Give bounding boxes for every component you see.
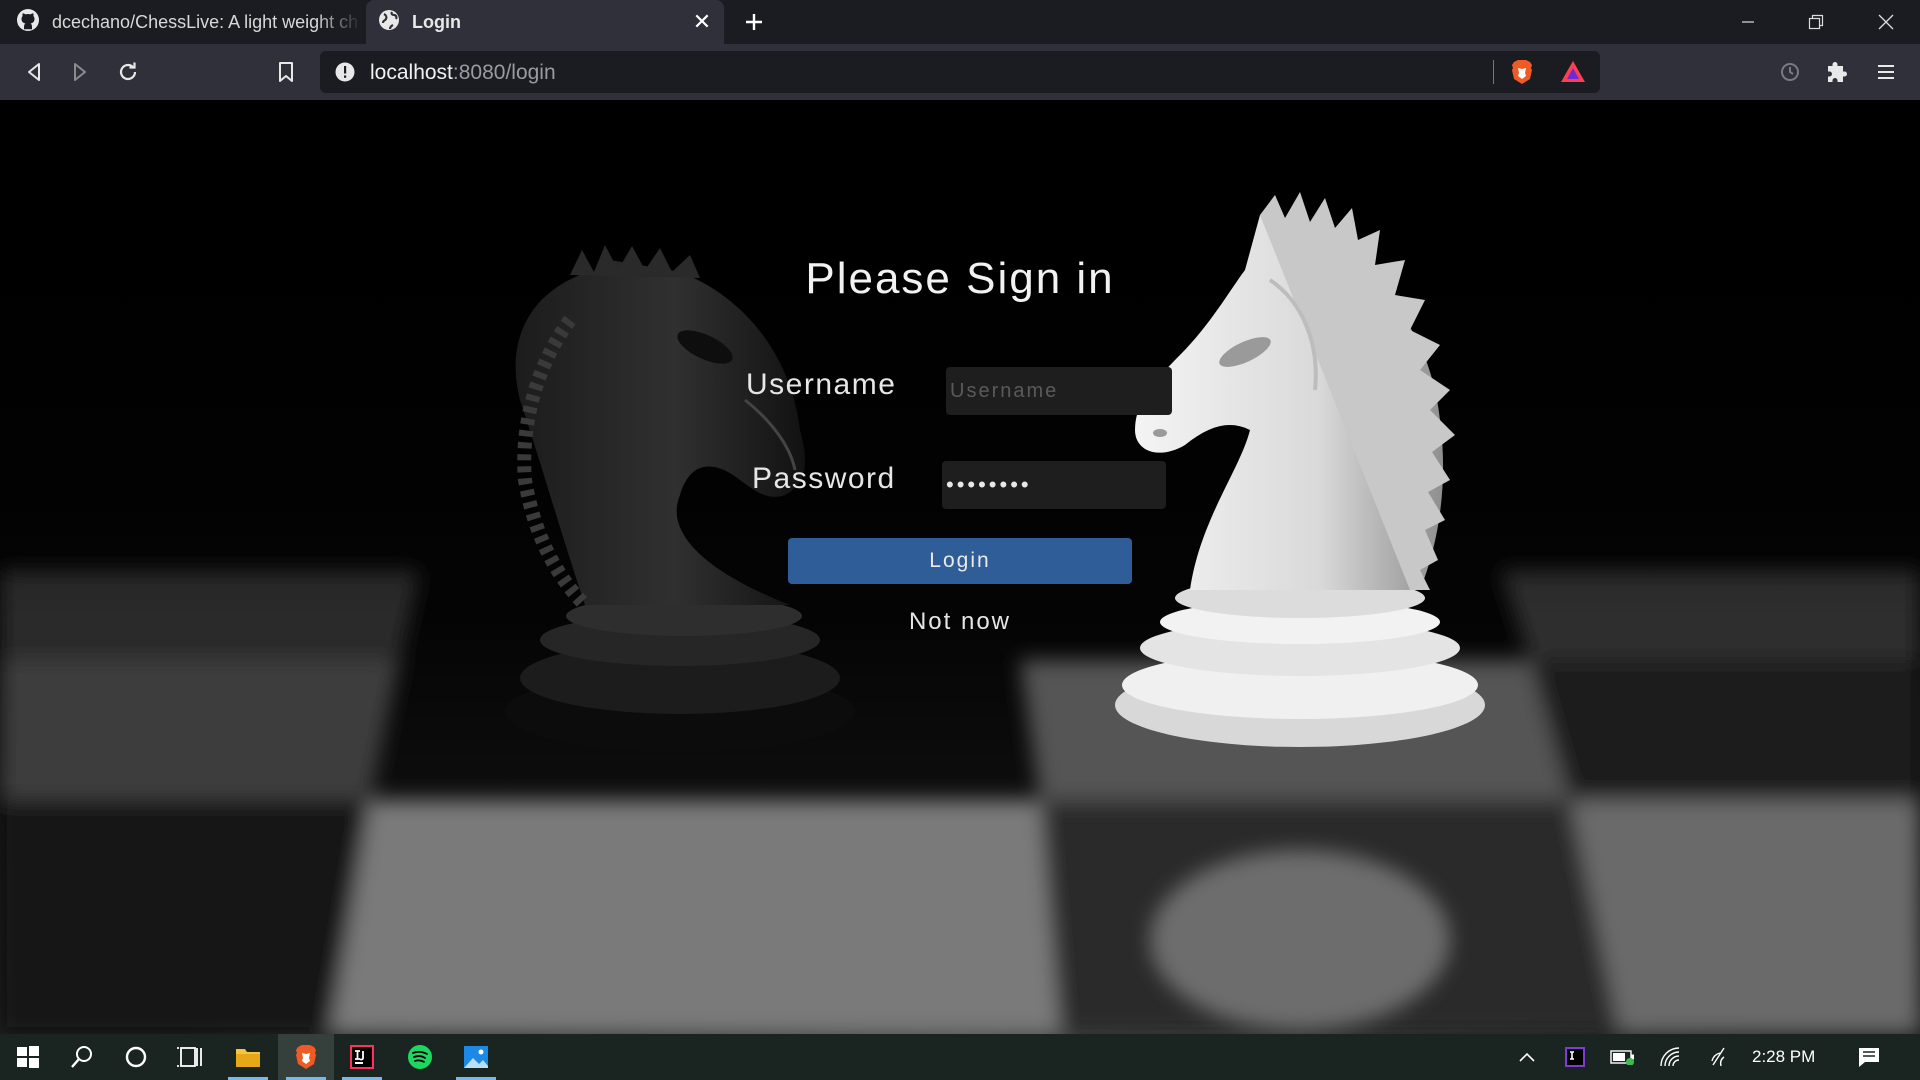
pen-icon[interactable] xyxy=(1704,1043,1734,1071)
hamburger-icon xyxy=(1878,65,1894,79)
battery-icon[interactable] xyxy=(1608,1043,1638,1071)
site-info-icon[interactable] xyxy=(335,62,355,87)
forward-icon xyxy=(74,63,86,81)
username-input[interactable] xyxy=(946,367,1172,415)
url-text: localhost:8080/login xyxy=(370,61,556,85)
brave-icon[interactable] xyxy=(278,1034,334,1080)
chevron-up-icon[interactable] xyxy=(1512,1043,1542,1071)
intellij-icon[interactable] xyxy=(334,1034,390,1080)
browser-tab-bar: dcechano/ChessLive: A light weight ch Lo… xyxy=(0,0,1920,44)
close-window-button[interactable] xyxy=(1852,0,1920,44)
forward-button[interactable] xyxy=(62,54,98,90)
tab-github[interactable]: dcechano/ChessLive: A light weight ch xyxy=(0,0,366,44)
sync-icon xyxy=(1781,63,1799,81)
address-bar[interactable]: localhost:8080/login xyxy=(320,51,1600,93)
intellij-tray-icon[interactable] xyxy=(1560,1043,1590,1071)
tab-login[interactable]: Login ✕ xyxy=(366,0,724,44)
bookmark-icon xyxy=(279,62,293,82)
notifications-icon[interactable] xyxy=(1854,1043,1884,1071)
close-tab-icon[interactable]: ✕ xyxy=(688,8,716,36)
bookmark-button[interactable] xyxy=(268,54,304,90)
tab-title: Login xyxy=(412,11,461,32)
task-view-icon[interactable] xyxy=(162,1034,218,1080)
file-explorer-icon[interactable] xyxy=(220,1034,276,1080)
username-label: Username xyxy=(746,368,897,401)
taskbar-clock[interactable]: 2:28 PM xyxy=(1752,1047,1815,1067)
extensions-button[interactable] xyxy=(1820,54,1856,90)
brave-shields-icon[interactable] xyxy=(1510,59,1534,90)
reload-icon xyxy=(119,62,137,81)
windows-start-icon[interactable] xyxy=(0,1034,56,1080)
restore-icon xyxy=(1808,14,1824,30)
cortana-icon[interactable] xyxy=(108,1034,164,1080)
puzzle-icon xyxy=(1828,62,1847,82)
photos-icon[interactable] xyxy=(448,1034,504,1080)
password-label: Password xyxy=(752,462,896,495)
back-button[interactable] xyxy=(16,54,52,90)
search-icon[interactable] xyxy=(54,1034,110,1080)
minimize-button[interactable] xyxy=(1714,0,1782,44)
github-icon xyxy=(16,8,40,37)
password-input[interactable] xyxy=(942,461,1166,509)
login-form: Please Sign in Username Password Login N… xyxy=(0,100,1920,1034)
brave-rewards-icon[interactable] xyxy=(1560,60,1586,89)
new-tab-button[interactable] xyxy=(738,6,770,38)
url-host: localhost xyxy=(370,61,453,84)
restore-button[interactable] xyxy=(1782,0,1850,44)
not-now-link[interactable]: Not now xyxy=(860,608,1060,636)
back-icon xyxy=(28,63,40,81)
login-button[interactable]: Login xyxy=(788,538,1132,584)
globe-icon xyxy=(378,9,400,36)
url-path: :8080/login xyxy=(452,61,556,84)
reload-button[interactable] xyxy=(110,54,146,90)
spotify-icon[interactable] xyxy=(392,1034,448,1080)
sync-button[interactable] xyxy=(1772,54,1808,90)
windows-taskbar: 2:28 PM xyxy=(0,1034,1920,1080)
page-title: Please Sign in xyxy=(805,254,1115,303)
browser-toolbar: localhost:8080/login xyxy=(0,44,1920,100)
wifi-icon[interactable] xyxy=(1656,1043,1686,1071)
close-icon xyxy=(1878,14,1894,30)
minimize-icon xyxy=(1742,21,1754,23)
url-separator xyxy=(1493,60,1494,84)
page-content: Please Sign in Username Password Login N… xyxy=(0,100,1920,1034)
tab-title: dcechano/ChessLive: A light weight ch xyxy=(52,11,359,32)
menu-button[interactable] xyxy=(1868,54,1904,90)
plus-icon xyxy=(746,14,762,30)
